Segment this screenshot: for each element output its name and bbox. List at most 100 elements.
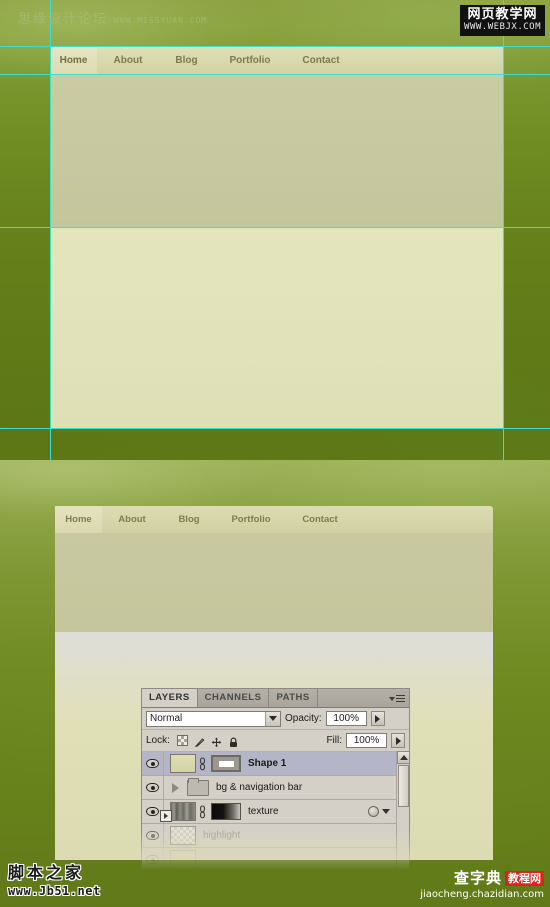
fill-slider-arrow-icon[interactable] xyxy=(391,733,405,748)
layer-visibility-toggle-shape-1[interactable] xyxy=(142,752,164,775)
layer-name-bg-navigation-bar: bg & navigation bar xyxy=(216,782,303,793)
layer-name-shape-1: Shape 1 xyxy=(248,758,287,769)
blend-mode-value: Normal xyxy=(150,713,183,724)
lock-icon-group xyxy=(176,735,239,748)
lock-transparent-pixels-icon[interactable] xyxy=(176,735,188,746)
top-nav-item-contact[interactable]: Contact xyxy=(286,47,356,74)
lock-label: Lock: xyxy=(146,735,170,746)
clipping-mask-icon xyxy=(160,810,172,822)
hamburger-icon xyxy=(396,694,405,703)
vector-mask-thumbnail-shape-1[interactable] xyxy=(211,755,241,772)
watermark-bottom-right: 查字典 教程网 jiaocheng.chazidian.com xyxy=(420,870,544,901)
panel-menu-icon[interactable] xyxy=(389,693,405,704)
guide-horizontal-nav-bottom xyxy=(0,74,550,75)
top-content-block-lower xyxy=(50,228,503,428)
eye-icon xyxy=(146,831,159,840)
lock-position-icon[interactable] xyxy=(211,735,222,748)
layers-panel: LAYERS CHANNELS PATHS Normal Opacity: 10… xyxy=(141,688,410,870)
opacity-label: Opacity: xyxy=(285,713,322,724)
layer-visibility-toggle-partial[interactable] xyxy=(142,848,164,869)
top-navigation-bar: Home About Blog Portfolio Contact xyxy=(50,47,503,74)
tab-channels[interactable]: CHANNELS xyxy=(198,689,270,707)
bottom-navigation-bar: Home About Blog Portfolio Contact xyxy=(55,506,493,533)
top-content-block-upper xyxy=(50,74,503,228)
watermark-bottom-left-url: www.Jb51.net xyxy=(8,884,101,898)
scrollbar-thumb[interactable] xyxy=(398,765,409,807)
bottom-nav-item-about[interactable]: About xyxy=(102,506,162,533)
fill-input[interactable]: 100% xyxy=(346,733,387,748)
layer-row-texture[interactable]: texture xyxy=(142,800,409,824)
watermark-top-left: 思缘设计论坛 WWW.MISSYUAN.COM xyxy=(18,8,207,27)
layer-visibility-toggle-bg-navigation-bar[interactable] xyxy=(142,776,164,799)
layer-thumbnail-partial[interactable] xyxy=(170,850,196,869)
folder-icon xyxy=(187,777,209,796)
guide-horizontal-nav-top xyxy=(0,46,550,47)
layer-effects-group-texture xyxy=(368,806,393,817)
layer-thumbnail-texture[interactable] xyxy=(170,802,196,821)
watermark-top-left-url: WWW.MISSYUAN.COM xyxy=(114,16,208,25)
chevron-down-icon xyxy=(389,696,395,701)
fill-label: Fill: xyxy=(326,735,342,746)
group-expand-triangle-icon[interactable] xyxy=(172,782,179,793)
guide-vertical-left xyxy=(50,0,51,460)
layers-scrollbar[interactable] xyxy=(396,751,409,869)
guide-horizontal-bottom xyxy=(0,428,550,429)
layer-name-highlight: highlight xyxy=(203,830,241,841)
link-icon[interactable] xyxy=(198,756,207,771)
watermark-top-right-url: WWW.WEBJX.COM xyxy=(464,22,541,32)
blend-opacity-row: Normal Opacity: 100% xyxy=(142,708,409,730)
top-nav-item-portfolio[interactable]: Portfolio xyxy=(214,47,286,74)
layer-row-bg-navigation-bar[interactable]: bg & navigation bar xyxy=(142,776,409,800)
layer-row-highlight[interactable]: highlight xyxy=(142,824,409,848)
watermark-bottom-right-url: jiaocheng.chazidian.com xyxy=(420,889,544,900)
bottom-nav-item-portfolio[interactable]: Portfolio xyxy=(216,506,286,533)
watermark-bottom-left: 脚本之家 www.Jb51.net xyxy=(8,863,101,899)
layer-list: Shape 1 bg & navigation bar texture high… xyxy=(142,752,409,869)
layer-row-partial[interactable] xyxy=(142,848,409,869)
top-nav-list: Home About Blog Portfolio Contact xyxy=(50,47,503,74)
layer-name-texture: texture xyxy=(248,806,279,817)
watermark-bottom-left-cn: 脚本之家 xyxy=(8,863,85,882)
layers-panel-tabstrip: LAYERS CHANNELS PATHS xyxy=(142,689,409,708)
layer-thumbnail-highlight[interactable] xyxy=(170,826,196,845)
screenshot-root: Home About Blog Portfolio Contact Home A… xyxy=(0,0,550,907)
layer-row-shape-1[interactable]: Shape 1 xyxy=(142,752,409,776)
bottom-nav-list: Home About Blog Portfolio Contact xyxy=(55,506,493,533)
guide-horizontal-mid xyxy=(0,227,550,228)
bottom-nav-item-blog[interactable]: Blog xyxy=(162,506,216,533)
layer-thumbnail-shape-1[interactable] xyxy=(170,754,196,773)
top-nav-item-blog[interactable]: Blog xyxy=(159,47,214,74)
blend-mode-select[interactable]: Normal xyxy=(146,710,281,727)
effects-expand-triangle-icon[interactable] xyxy=(382,809,390,814)
tab-paths[interactable]: PATHS xyxy=(269,689,318,707)
watermark-top-right: 网页教学网 WWW.WEBJX.COM xyxy=(460,5,545,36)
layer-visibility-toggle-highlight[interactable] xyxy=(142,824,164,847)
eye-icon xyxy=(146,783,159,792)
lock-all-icon[interactable] xyxy=(228,735,239,747)
bottom-workspace-scene: Home About Blog Portfolio Contact LAYERS… xyxy=(0,460,550,907)
guide-vertical-right xyxy=(503,0,504,460)
watermark-top-right-cn: 网页教学网 xyxy=(467,7,538,22)
eye-icon xyxy=(146,807,159,816)
top-mockup-scene: Home About Blog Portfolio Contact xyxy=(0,0,550,460)
bottom-nav-item-home[interactable]: Home xyxy=(55,506,102,533)
adjustment-badge-icon[interactable] xyxy=(368,806,379,817)
watermark-bottom-right-chip: 教程网 xyxy=(505,871,544,886)
tab-layers[interactable]: LAYERS xyxy=(142,689,198,707)
opacity-input[interactable]: 100% xyxy=(325,711,367,726)
dropdown-arrow-icon[interactable] xyxy=(265,711,280,726)
lock-image-pixels-icon[interactable] xyxy=(194,735,205,748)
eye-icon xyxy=(146,759,159,768)
top-nav-item-about[interactable]: About xyxy=(97,47,159,74)
top-nav-item-home[interactable]: Home xyxy=(50,47,97,74)
bottom-content-block-upper xyxy=(55,533,493,632)
eye-icon xyxy=(146,855,159,864)
opacity-slider-arrow-icon[interactable] xyxy=(370,711,385,726)
lock-fill-row: Lock: Fill: 100% xyxy=(142,730,409,752)
bottom-nav-item-contact[interactable]: Contact xyxy=(286,506,354,533)
link-icon[interactable] xyxy=(198,804,207,819)
scroll-up-arrow-icon[interactable] xyxy=(397,751,409,764)
watermark-top-left-cn: 思缘设计论坛 xyxy=(18,12,109,27)
layer-mask-thumbnail-texture[interactable] xyxy=(211,803,241,820)
watermark-bottom-right-cn: 查字典 xyxy=(453,869,502,887)
